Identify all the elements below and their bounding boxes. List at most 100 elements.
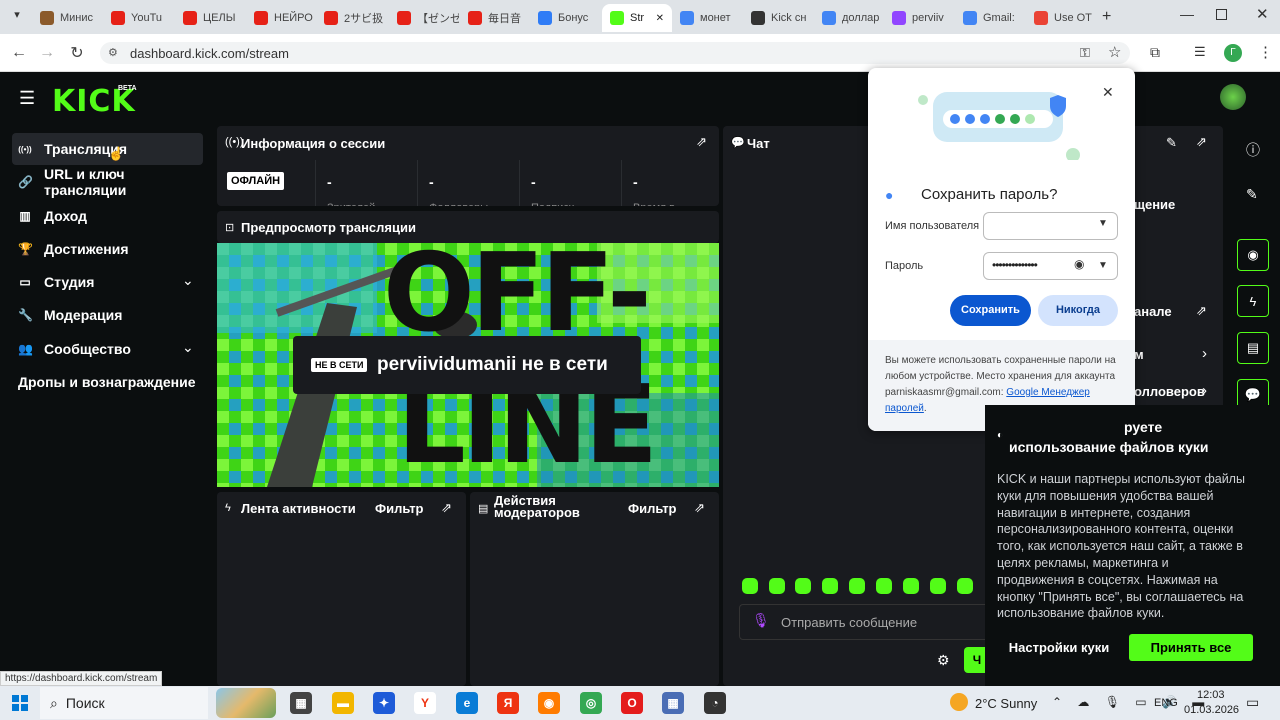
hamburger-menu-icon[interactable]: ☰: [19, 88, 35, 109]
emote-icon[interactable]: [769, 578, 785, 594]
task-view-icon[interactable]: ▦: [290, 692, 312, 714]
stat-divider: [417, 160, 418, 206]
browser-tab[interactable]: 【ゼンゼ: [389, 4, 459, 32]
close-tab-icon[interactable]: ✕: [656, 13, 664, 24]
tab-list-button[interactable]: ▾: [8, 8, 26, 26]
sidebar-item[interactable]: Дропы и вознаграждение: [12, 366, 203, 398]
notification-icon[interactable]: ▭: [1246, 694, 1259, 711]
stat-divider: [621, 160, 622, 206]
sidebar-item[interactable]: 🔗 URL и ключ трансляции: [12, 166, 203, 198]
chrome-icon[interactable]: ◎: [580, 692, 602, 714]
close-dialog-icon[interactable]: ✕: [1102, 84, 1114, 101]
file-explorer-icon[interactable]: ▬: [332, 692, 354, 714]
language-indicator[interactable]: ENG: [1154, 697, 1178, 709]
back-button[interactable]: ←: [8, 42, 30, 64]
app-icon[interactable]: ✦: [373, 692, 395, 714]
browser-tab[interactable]: 毎日音: [460, 4, 530, 32]
beta-badge: BETA: [118, 85, 137, 92]
clock-app-icon[interactable]: ◔: [704, 692, 726, 714]
url-input[interactable]: dashboard.kick.com/stream: [100, 42, 1130, 64]
info-icon[interactable]: ⓘ: [1246, 140, 1260, 160]
eye-icon[interactable]: ◉: [1074, 257, 1084, 271]
user-avatar[interactable]: [1220, 84, 1246, 110]
document-icon[interactable]: ▤: [1237, 332, 1269, 364]
bookmark-star-icon[interactable]: ☆: [1108, 43, 1121, 61]
chat-icon: 💬: [731, 137, 745, 149]
browser-tab[interactable]: Минис: [32, 4, 102, 32]
profile-avatar[interactable]: Г: [1224, 44, 1242, 62]
sidebar-item[interactable]: ▭ Студия: [12, 266, 203, 298]
activity-filter-button[interactable]: Фильтр: [375, 501, 424, 516]
browser-tab[interactable]: ЦЕЛЫ: [175, 4, 245, 32]
save-password-button[interactable]: Сохранить: [950, 295, 1031, 326]
expand-icon[interactable]: ⇗: [694, 500, 705, 516]
sidebar-item[interactable]: 👥 Сообщество: [12, 333, 203, 365]
right-panel-partial-4: олловеров: [1134, 384, 1205, 399]
close-window-button[interactable]: ✕: [1256, 5, 1269, 23]
mic-icon[interactable]: 🎙: [752, 612, 770, 629]
studio-chevron-icon[interactable]: ⌄: [182, 272, 194, 289]
firefox-icon[interactable]: ◉: [538, 692, 560, 714]
edit-icon[interactable]: ✎: [1246, 186, 1258, 203]
expand-icon[interactable]: ⇗: [1196, 134, 1207, 150]
windows-start-icon[interactable]: [12, 695, 28, 711]
sidebar-item[interactable]: ▥ Доход: [12, 200, 203, 232]
browser-tab[interactable]: НЕЙРО: [246, 4, 316, 32]
accept-all-button[interactable]: Принять все: [1129, 634, 1253, 661]
browser-tab[interactable]: Use OT: [1026, 4, 1096, 32]
emote-icon[interactable]: [849, 578, 865, 594]
reading-list-icon[interactable]: ☰: [1194, 44, 1206, 60]
password-key-icon[interactable]: ⚿: [1080, 45, 1090, 61]
chevron-right-icon[interactable]: ›: [1202, 382, 1207, 399]
lightning-icon[interactable]: ϟ: [1237, 285, 1269, 317]
site-info-icon[interactable]: ⚙: [108, 46, 118, 59]
browser-tab[interactable]: YouTu: [103, 4, 173, 32]
camera-icon[interactable]: ◉: [1237, 239, 1269, 271]
emote-icon[interactable]: [930, 578, 946, 594]
emote-icon[interactable]: [876, 578, 892, 594]
chevron-down-icon[interactable]: ▼: [1098, 260, 1108, 271]
browser-tab[interactable]: Kick сн: [743, 4, 813, 32]
browser-tab[interactable]: 2サビ扱: [316, 4, 386, 32]
expand-icon[interactable]: ⇗: [441, 500, 452, 516]
edge-icon[interactable]: e: [456, 692, 478, 714]
browser-menu-icon[interactable]: ⋮: [1258, 43, 1273, 61]
new-tab-button[interactable]: +: [1102, 8, 1111, 26]
calculator-icon[interactable]: ▦: [662, 692, 684, 714]
taskbar-search[interactable]: ⌕ Поиск: [40, 687, 208, 719]
weather-icon[interactable]: [950, 693, 968, 711]
browser-tab[interactable]: Gmail:: [955, 4, 1025, 32]
weather-text[interactable]: 2°C Sunny: [975, 696, 1037, 711]
emote-icon[interactable]: [795, 578, 811, 594]
clock-time[interactable]: 12:03: [1197, 689, 1225, 701]
chat-settings-icon[interactable]: ⚙: [937, 652, 950, 669]
sidebar-item[interactable]: 🔧 Модерация: [12, 299, 203, 331]
extensions-icon[interactable]: ⧉: [1150, 44, 1160, 61]
emote-icon[interactable]: [957, 578, 973, 594]
browser-tab[interactable]: Str ✕: [602, 4, 672, 32]
reload-button[interactable]: ↻: [66, 42, 88, 64]
community-chevron-icon[interactable]: ⌄: [182, 339, 194, 356]
never-button[interactable]: Никогда: [1038, 295, 1118, 326]
cookie-settings-button[interactable]: Настройки куки: [997, 634, 1121, 661]
browser-tab[interactable]: монет: [672, 4, 742, 32]
emote-icon[interactable]: [903, 578, 919, 594]
yandex-icon[interactable]: Я: [497, 692, 519, 714]
expand-icon[interactable]: ⇗: [1196, 303, 1207, 319]
browser-tab[interactable]: perviiv: [884, 4, 954, 32]
maximize-button[interactable]: [1216, 9, 1227, 20]
opera-icon[interactable]: O: [621, 692, 643, 714]
chevron-right-icon[interactable]: ›: [1202, 345, 1207, 362]
chevron-down-icon[interactable]: ▼: [1098, 218, 1108, 229]
sidebar-item[interactable]: 🏆 Достижения: [12, 233, 203, 265]
emote-icon[interactable]: [742, 578, 758, 594]
browser-tab[interactable]: Бонус: [530, 4, 600, 32]
clock-date[interactable]: 01.03.2026: [1184, 704, 1239, 716]
emote-icon[interactable]: [822, 578, 838, 594]
pencil-icon[interactable]: ✎: [1166, 135, 1177, 151]
browser-tab[interactable]: доллар: [814, 4, 884, 32]
mod-filter-button[interactable]: Фильтр: [628, 501, 677, 516]
yandex-browser-icon[interactable]: Y: [414, 692, 436, 714]
forward-button[interactable]: →: [36, 42, 58, 64]
minimize-button[interactable]: —: [1180, 6, 1194, 22]
